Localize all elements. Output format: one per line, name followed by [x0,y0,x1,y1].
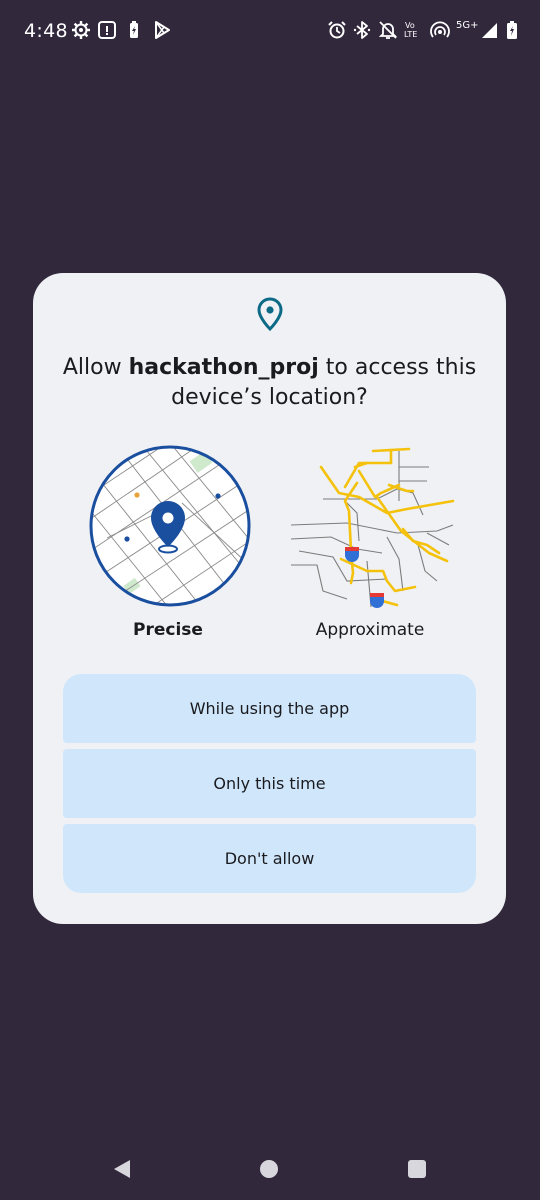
back-icon[interactable] [112,1158,132,1180]
interstate-shield-1 [345,547,359,562]
dont-allow-button[interactable]: Don't allow [63,824,476,893]
location-pin-icon [257,297,283,331]
recents-icon[interactable] [408,1160,426,1178]
notification-box-icon [98,21,116,39]
settings-gear-icon [72,21,90,39]
bluetooth-icon [353,21,371,39]
signal-icon [482,23,497,38]
approx-street-lines [290,451,454,608]
do-not-disturb-icon [378,21,398,39]
while-using-app-button[interactable]: While using the app [63,674,476,743]
approximate-label[interactable]: Approximate [305,620,435,640]
status-time: 4:48 [24,20,68,42]
app-name: hackathon_proj [128,355,319,380]
volte-top-text: Vo [405,21,415,30]
status-bar: 4:48 Vo LTE 5G+ [0,0,540,62]
volte-bottom-text: LTE [404,30,418,39]
network-type-text: 5G+ [456,20,479,31]
precise-location-option[interactable] [87,443,253,609]
only-this-time-button[interactable]: Only this time [63,749,476,818]
interstate-shield-2 [370,593,384,608]
battery-icon [507,21,517,39]
title-prefix: Allow [62,355,129,380]
location-permission-dialog: Allow hackathon_proj to access this devi… [33,273,506,924]
home-icon[interactable] [260,1160,278,1178]
hotspot-icon [430,21,450,38]
play-store-icon [155,21,170,39]
approx-highways [319,447,455,607]
approximate-location-option[interactable] [287,441,455,611]
battery-saver-icon [130,21,138,38]
alarm-icon [328,21,346,39]
dialog-title: Allow hackathon_proj to access this devi… [53,353,486,413]
precise-label[interactable]: Precise [118,620,218,640]
